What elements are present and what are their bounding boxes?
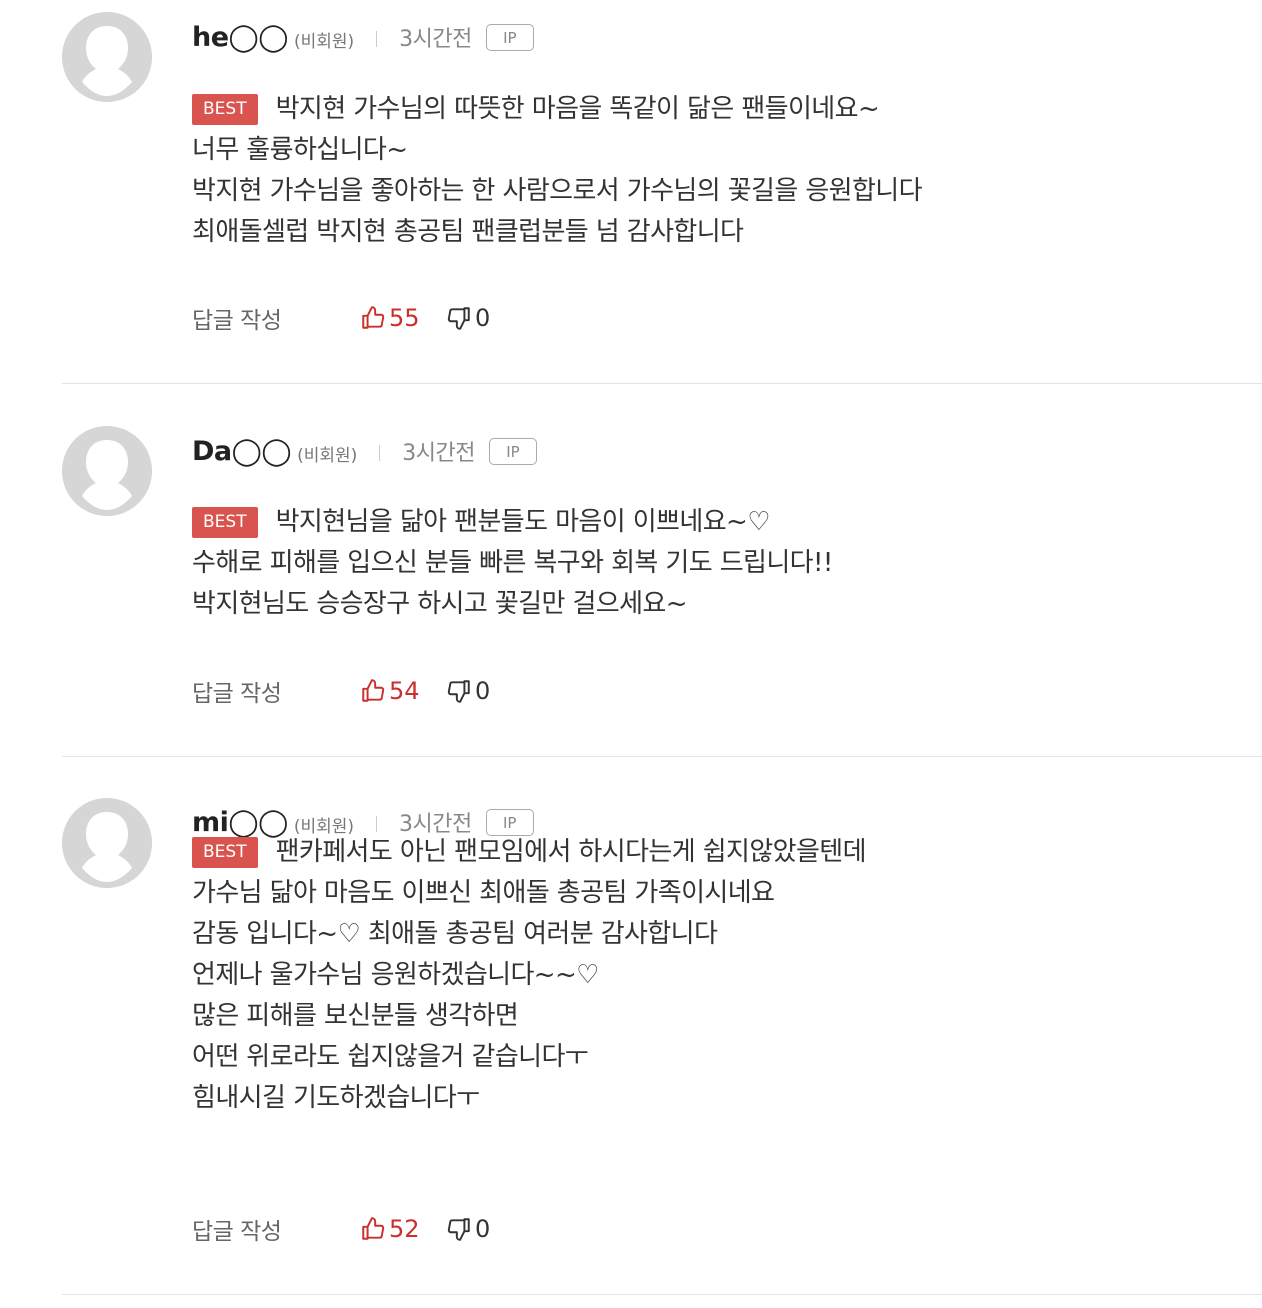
member-type: (비회원) [293,31,355,52]
comment-list: he◯◯ (비회원) 3시간전 IP BEST 박지현 가수님의 따뜻한 마음을 … [0,0,1262,1295]
comment-line: BEST 박지현님을 닮아 팬분들도 마음이 이쁘네요~♡ [192,502,833,543]
like-count: 52 [389,1215,420,1243]
dislike-count: 0 [475,677,491,705]
nickname: Da◯◯ [192,435,292,467]
reply-button[interactable]: 답글 작성 [192,1212,360,1246]
best-badge: BEST [192,837,258,868]
comment-meta: he◯◯ (비회원) 3시간전 IP [192,20,534,54]
best-badge: BEST [192,507,258,538]
like-button[interactable]: 54 [360,677,446,705]
dislike-count: 0 [475,1215,491,1243]
timestamp: 3시간전 [402,441,475,466]
like-count: 55 [389,304,420,332]
comment-body: BEST 팬카페서도 아닌 팬모임에서 하시다는게 쉽지않았을텐데 가수님 닮아 … [192,832,867,1119]
comment-line: 가수님 닮아 마음도 이쁘신 최애돌 총공팀 가족이시네요 [192,878,775,908]
comment-actions: 답글 작성 54 0 [192,674,490,708]
reply-button[interactable]: 답글 작성 [192,674,360,708]
comment-item: he◯◯ (비회원) 3시간전 IP BEST 박지현 가수님의 따뜻한 마음을 … [62,0,1262,384]
thumbs-up-icon [362,679,385,702]
comment-line-text: 박지현님을 닮아 팬분들도 마음이 이쁘네요~♡ [275,507,771,537]
comment-line-text: 박지현 가수님의 따뜻한 마음을 똑같이 닮은 팬들이네요~ [275,94,880,124]
comment-line: 박지현 가수님을 좋아하는 한 사람으로서 가수님의 꽃길을 응원합니다 [192,176,923,206]
user-avatar-icon [62,426,152,516]
comment-line: 최애돌셀럽 박지현 총공팀 팬클럽분들 넘 감사합니다 [192,217,744,247]
divider [376,31,378,47]
thumbs-up-icon [362,306,385,329]
thumbs-down-icon [447,307,470,330]
dislike-button[interactable]: 0 [446,677,490,705]
like-button[interactable]: 52 [360,1215,446,1243]
comment-line: 감동 입니다~♡ 최애돌 총공팀 여러분 감사합니다 [192,919,718,949]
user-avatar-icon [62,798,152,888]
comment-body: BEST 박지현 가수님의 따뜻한 마음을 똑같이 닮은 팬들이네요~ 너무 훌륭… [192,89,923,253]
member-type: (비회원) [297,445,358,466]
comment-line: BEST 팬카페서도 아닌 팬모임에서 하시다는게 쉽지않았을텐데 [192,832,867,873]
comment-line: 수해로 피해를 입으신 분들 빠른 복구와 회복 기도 드립니다!! [192,548,833,578]
comment-line: 언제나 울가수님 응원하겠습니다~~♡ [192,960,599,990]
comment-item: mi◯◯ (비회원) 3시간전 IP BEST 팬카페서도 아닌 팬모임에서 하시… [62,757,1262,1295]
thumbs-down-icon [447,680,470,703]
comment-line: 너무 훌륭하십니다~ [192,135,408,165]
comment-meta: Da◯◯ (비회원) 3시간전 IP [192,434,537,468]
nickname: he◯◯ [192,21,288,53]
dislike-count: 0 [475,304,491,332]
comment-line: 박지현님도 승승장구 하시고 꽃길만 걸으세요~ [192,589,688,619]
thumbs-up-icon [362,1217,385,1240]
reply-button[interactable]: 답글 작성 [192,301,360,335]
comment-actions: 답글 작성 52 0 [192,1212,490,1246]
user-avatar-icon [62,12,152,102]
comment-body: BEST 박지현님을 닮아 팬분들도 마음이 이쁘네요~♡ 수해로 피해를 입으신… [192,502,833,625]
comment-actions: 답글 작성 55 0 [192,301,490,335]
divider [379,445,381,461]
ip-badge: IP [488,437,537,465]
best-badge: BEST [192,94,258,125]
comment-item: Da◯◯ (비회원) 3시간전 IP BEST 박지현님을 닮아 팬분들도 마음이… [62,384,1262,757]
ip-badge: IP [485,23,534,51]
comment-line: BEST 박지현 가수님의 따뜻한 마음을 똑같이 닮은 팬들이네요~ [192,89,922,130]
like-count: 54 [389,677,420,705]
thumbs-down-icon [447,1218,470,1241]
comment-line: 힘내시길 기도하겠습니다ㅜ [192,1083,480,1113]
like-button[interactable]: 55 [360,304,446,332]
comment-line-text: 팬카페서도 아닌 팬모임에서 하시다는게 쉽지않았을텐데 [275,837,867,867]
divider [376,816,378,832]
comment-line: 많은 피해를 보신분들 생각하면 [192,1001,519,1031]
dislike-button[interactable]: 0 [446,304,490,332]
dislike-button[interactable]: 0 [446,1215,490,1243]
timestamp: 3시간전 [399,27,472,52]
comment-line: 어떤 위로라도 쉽지않을거 같습니다ㅜ [192,1042,589,1072]
